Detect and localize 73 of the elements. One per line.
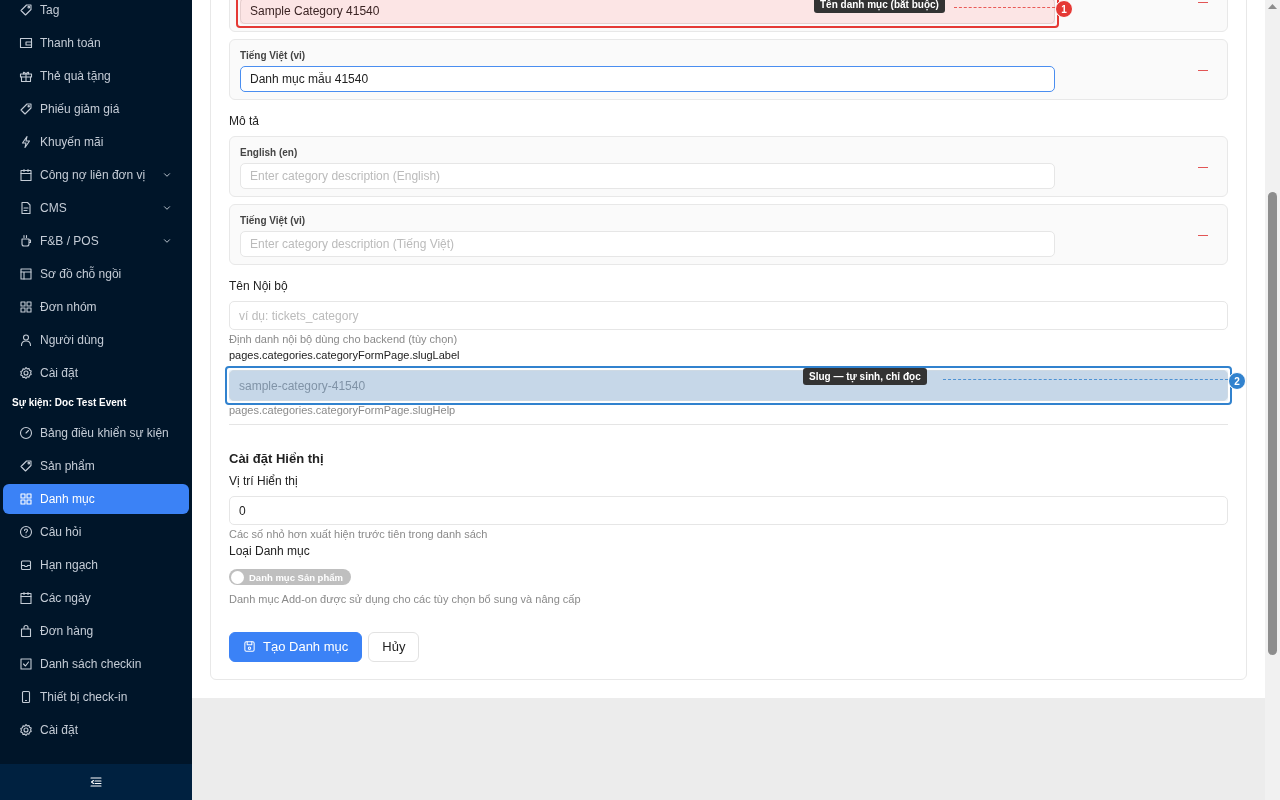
field-label: English (en) bbox=[240, 147, 298, 158]
sidebar-item[interactable]: Cài đặt bbox=[3, 715, 189, 745]
help-text: Định danh nội bộ dùng cho backend (tùy chọn) bbox=[229, 332, 459, 346]
save-icon bbox=[243, 640, 256, 653]
document-icon bbox=[19, 201, 33, 215]
help-text: Các số nhỏ hơn xuất hiện trước tiên trong danh sách bbox=[229, 527, 489, 541]
help-text: Danh mục Add-on được sử dụng cho các tùy chọn bổ sung và nâng cấp bbox=[229, 591, 582, 606]
grid-icon bbox=[19, 492, 33, 506]
field-label: pages.categories.categoryFormPage.slugLabel bbox=[229, 348, 461, 362]
layout-icon bbox=[19, 267, 33, 281]
sidebar-item[interactable]: Tag bbox=[3, 0, 189, 25]
tag-icon bbox=[19, 102, 33, 116]
annotation-tooltip: Slug — tự sinh, chỉ đọc bbox=[803, 368, 927, 385]
user-icon bbox=[19, 333, 33, 347]
collapse-menu-icon bbox=[89, 775, 103, 789]
sidebar-item[interactable]: Thanh toán bbox=[3, 28, 189, 58]
tag-icon bbox=[19, 3, 33, 17]
sidebar-item[interactable]: Phiếu giảm giá bbox=[3, 94, 189, 124]
cancel-button[interactable]: Hủy bbox=[368, 631, 420, 662]
gift-icon bbox=[19, 69, 33, 83]
sidebar-item[interactable]: Sản phẩm bbox=[3, 451, 189, 481]
sidebar-item[interactable]: Danh mục bbox=[3, 484, 189, 514]
sidebar-item[interactable]: Cài đặt bbox=[3, 358, 189, 388]
sidebar-item[interactable]: Đơn nhóm bbox=[3, 292, 189, 322]
input-field[interactable]: ví dụ: tickets_category bbox=[229, 301, 1228, 330]
lightning-icon bbox=[19, 135, 33, 149]
checkbox-icon bbox=[19, 657, 33, 671]
create-button[interactable]: Tạo Danh mục bbox=[229, 631, 363, 662]
inbox-icon bbox=[19, 558, 33, 572]
field-label: Loại Danh mục bbox=[229, 543, 311, 559]
settings-icon bbox=[19, 723, 33, 737]
calendar-icon bbox=[19, 591, 33, 605]
section-label: Mô tả bbox=[229, 113, 260, 130]
input-field[interactable]: Enter category description (Tiếng Việt) bbox=[240, 231, 1055, 257]
help-icon bbox=[19, 525, 33, 539]
tag-icon bbox=[19, 459, 33, 473]
field-label: Tiếng Việt (vi) bbox=[240, 215, 306, 226]
sidebar-item[interactable]: Công nợ liên đơn vị bbox=[3, 160, 189, 190]
bag-icon bbox=[19, 624, 33, 638]
annotation-tooltip: Tên danh mục (bắt buộc) bbox=[814, 0, 945, 13]
sidebar-item[interactable]: Các ngày bbox=[3, 583, 189, 613]
sidebar-item[interactable]: Sơ đồ chỗ ngồi bbox=[3, 259, 189, 289]
scroll-up-icon[interactable] bbox=[1268, 3, 1277, 10]
sidebar-item[interactable]: Người dùng bbox=[3, 325, 189, 355]
sidebar-item[interactable]: Hạn ngạch bbox=[3, 550, 189, 580]
section-title: Cài đặt Hiển thị bbox=[229, 450, 325, 468]
field-label: Tiếng Việt (vi) bbox=[240, 50, 306, 61]
input-field[interactable]: Enter category description (English) bbox=[240, 163, 1055, 189]
sidebar-item[interactable]: F&B / POS bbox=[3, 226, 189, 256]
section-heading: Sự kiện: Doc Test Event bbox=[11, 396, 128, 411]
wallet-icon bbox=[19, 36, 33, 50]
sidebar-item[interactable]: Bảng điều khiển sự kiện bbox=[3, 418, 189, 448]
annotation-badge: 2 bbox=[1228, 372, 1246, 390]
calendar-icon bbox=[19, 168, 33, 182]
field-label: Vị trí Hiển thị bbox=[229, 473, 299, 489]
input-field[interactable]: Danh mục mẫu 41540 bbox=[240, 66, 1055, 92]
sidebar-item[interactable]: Câu hỏi bbox=[3, 517, 189, 547]
sidebar-item[interactable]: Khuyến mãi bbox=[3, 127, 189, 157]
sidebar-item[interactable]: Thiết bị check-in bbox=[3, 682, 189, 712]
input-field[interactable]: 0 bbox=[229, 496, 1228, 525]
field-label: Tên Nội bộ bbox=[229, 278, 289, 295]
scrollbar[interactable] bbox=[1265, 0, 1280, 800]
settings-icon bbox=[19, 366, 33, 380]
sidebar-item[interactable]: CMS bbox=[3, 193, 189, 223]
sidebar-item[interactable]: Đơn hàng bbox=[3, 616, 189, 646]
grid-icon bbox=[19, 300, 33, 314]
cup-icon bbox=[19, 234, 33, 248]
phone-icon bbox=[19, 690, 33, 704]
sidebar-item[interactable]: Danh sách checkin bbox=[3, 649, 189, 679]
gauge-icon bbox=[19, 426, 33, 440]
help-text: pages.categories.categoryFormPage.slugHelp bbox=[229, 403, 457, 417]
sidebar-item[interactable]: Thẻ quà tặng bbox=[3, 61, 189, 91]
annotation-badge: 1 bbox=[1055, 0, 1073, 18]
